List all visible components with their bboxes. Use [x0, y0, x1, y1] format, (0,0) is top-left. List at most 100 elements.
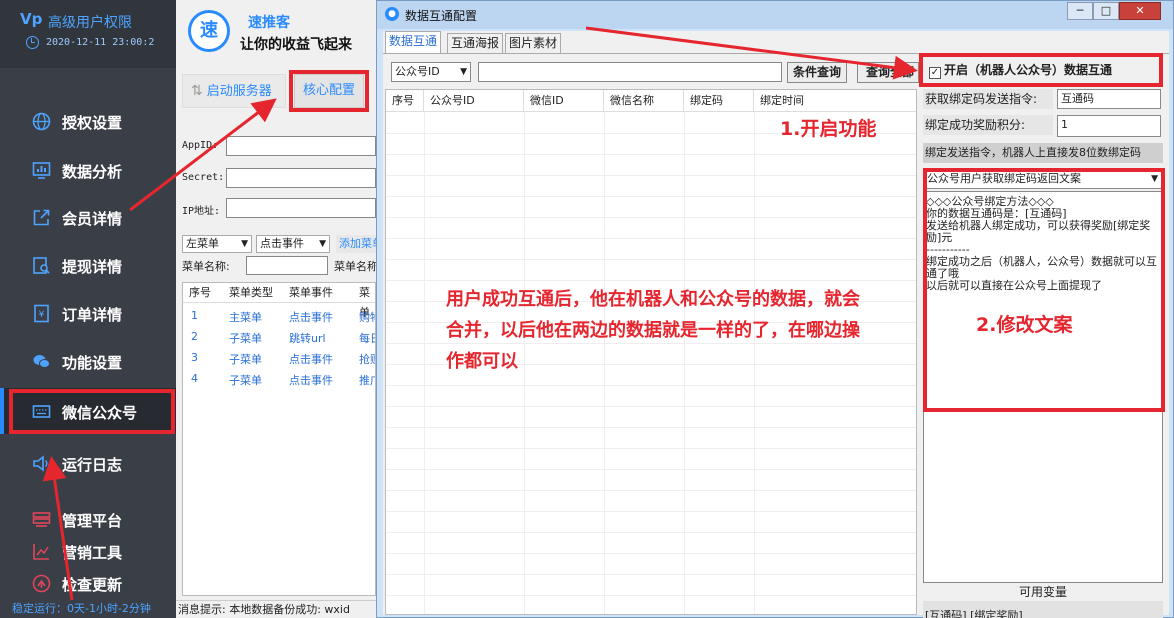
- appid-input[interactable]: [226, 136, 376, 156]
- grid-row-line: [386, 196, 916, 197]
- grid-row-line: [386, 574, 916, 575]
- receipt-icon: ¥: [32, 304, 51, 323]
- grid-row-line: [386, 595, 916, 596]
- sidebar-item-label: 数据分析: [62, 163, 123, 181]
- current-time: 2020-12-11 23:00:2: [46, 37, 155, 48]
- main-window: 速 速推客 让你的收益飞起来 ⇅ 启动服务器 核心配置 AppID: Secret…: [176, 0, 376, 618]
- close-button[interactable]: ✕: [1119, 2, 1161, 20]
- menu-name-input[interactable]: [246, 256, 328, 275]
- dialog-title: 数据互通配置: [405, 9, 478, 23]
- sidebar-item-analytics[interactable]: 数据分析: [0, 151, 176, 191]
- maximize-button[interactable]: □: [1093, 2, 1119, 20]
- sidebar-item-label: 会员详情: [62, 210, 123, 228]
- sort-arrows-icon: ⇅: [191, 83, 203, 99]
- reward-points-label: 绑定成功奖励积分:: [923, 115, 1053, 135]
- sidebar-item-license[interactable]: 授权设置: [0, 102, 176, 142]
- event-select[interactable]: 点击事件 ▼: [256, 235, 330, 253]
- field-select[interactable]: 公众号ID ▼: [391, 62, 471, 82]
- sidebar-item-label: 订单详情: [62, 306, 123, 324]
- secret-label: Secret:: [182, 172, 225, 183]
- row-index: 3: [191, 351, 198, 364]
- grid-row-line: [386, 406, 916, 407]
- sidebar-item-update[interactable]: 检查更新: [0, 564, 176, 604]
- app-icon: ●: [385, 7, 399, 21]
- reward-points-input[interactable]: 1: [1057, 115, 1161, 137]
- reply-highlight-box: [923, 168, 1165, 412]
- column-header[interactable]: 序号: [183, 283, 221, 303]
- ip-input[interactable]: [226, 198, 376, 218]
- annotation-explanation: 用户成功互通后，他在机器人和公众号的数据，就会合并，以后他在两边的数据就是一样的…: [446, 289, 860, 372]
- update-icon: [32, 574, 51, 593]
- core-config-highlight-box: [289, 70, 369, 112]
- add-menu-button[interactable]: 添加菜单: [336, 235, 376, 253]
- sidebar-item-withdrawals[interactable]: 提现详情: [0, 246, 176, 286]
- sidebar-item-logs[interactable]: 运行日志: [0, 444, 176, 484]
- query-input[interactable]: [478, 62, 782, 82]
- menu-name-2-label: 菜单名称: [334, 260, 376, 273]
- brand-name: 速推客: [248, 15, 290, 31]
- bind-command-input[interactable]: 互通码: [1057, 89, 1161, 109]
- row-index: 4: [191, 372, 198, 385]
- globe-icon: [32, 112, 51, 131]
- column-header[interactable]: 微信名称: [604, 90, 684, 112]
- grid-row-line: [386, 154, 916, 155]
- column-header[interactable]: 公众号ID: [424, 90, 524, 112]
- conditional-query-button[interactable]: 条件查询: [787, 62, 847, 83]
- menu-type-cell: 子菜单: [229, 332, 262, 345]
- search-document-icon: [32, 256, 51, 275]
- wechat-icon: [32, 352, 51, 371]
- tab-sync-poster[interactable]: 互通海报: [447, 33, 504, 53]
- column-header[interactable]: 菜单事件: [281, 283, 351, 303]
- menu-type-cell: 子菜单: [229, 374, 262, 387]
- field-select-value: 公众号ID: [395, 65, 440, 78]
- start-server-label: 启动服务器: [206, 84, 272, 99]
- row-index: 2: [191, 330, 198, 343]
- secret-input[interactable]: [226, 168, 376, 188]
- brand-logo: 速: [188, 10, 230, 52]
- wechat-highlight-box: [9, 389, 175, 434]
- start-server-button[interactable]: ⇅ 启动服务器: [182, 74, 286, 108]
- menu-event-cell: 跳转url: [289, 332, 326, 345]
- ip-label: IP地址:: [182, 206, 221, 217]
- sidebar-item-features[interactable]: 功能设置: [0, 342, 176, 382]
- dialog-titlebar[interactable]: ● 数据互通配置 ─ □ ✕: [377, 1, 1173, 29]
- sidebar-item-label: 授权设置: [62, 114, 123, 132]
- tab-data-sync[interactable]: 数据互通: [385, 31, 442, 54]
- bar-chart-icon: [32, 542, 51, 561]
- sidebar-item-label: 管理平台: [62, 512, 123, 530]
- column-header[interactable]: 菜单: [351, 283, 375, 319]
- brand-slogan: 让你的收益飞起来: [240, 37, 352, 53]
- sidebar-item-orders[interactable]: ¥ 订单详情: [0, 294, 176, 334]
- column-header[interactable]: 菜单类型: [221, 283, 281, 303]
- speaker-icon: [32, 454, 51, 473]
- sidebar-item-label: 提现详情: [62, 258, 123, 276]
- external-link-icon: [32, 208, 51, 227]
- grid-row-line: [386, 175, 916, 176]
- sidebar-item-members[interactable]: 会员详情: [0, 198, 176, 238]
- grid-row-line: [386, 553, 916, 554]
- menu-name-cell: 购物: [359, 311, 375, 324]
- sidebar: Ⅴp 高级用户权限 2020-12-11 23:00:2 授权设置 数据分析 会…: [0, 0, 176, 618]
- minimize-button[interactable]: ─: [1067, 2, 1093, 20]
- column-header[interactable]: 序号: [386, 90, 424, 112]
- menu-type-value: 左菜单: [186, 237, 219, 250]
- vip-logo: Ⅴp: [20, 10, 43, 28]
- grid-row-line: [386, 238, 916, 239]
- menu-event-cell: 点击事件: [289, 374, 333, 387]
- column-header[interactable]: 绑定码: [684, 90, 754, 112]
- tab-image-assets[interactable]: 图片素材: [505, 33, 562, 53]
- menu-type-select[interactable]: 左菜单 ▼: [182, 235, 252, 253]
- query-all-button[interactable]: 查询全部: [857, 62, 919, 83]
- user-permission-label: 高级用户权限: [48, 15, 132, 31]
- annotation-step-1: 1.开启功能: [780, 118, 877, 140]
- grid-row-line: [386, 511, 916, 512]
- row-index: 1: [191, 309, 198, 322]
- event-value: 点击事件: [260, 237, 304, 250]
- column-header[interactable]: 微信ID: [524, 90, 604, 112]
- variables-title: 可用变量: [923, 583, 1163, 601]
- column-header[interactable]: 绑定时间: [754, 90, 916, 112]
- variables-list: [互通码] [绑定奖励]: [923, 601, 1163, 618]
- menu-name-cell: 抢购: [359, 353, 375, 366]
- sidebar-header: Ⅴp 高级用户权限 2020-12-11 23:00:2: [0, 0, 176, 68]
- sidebar-item-label: 功能设置: [62, 354, 123, 372]
